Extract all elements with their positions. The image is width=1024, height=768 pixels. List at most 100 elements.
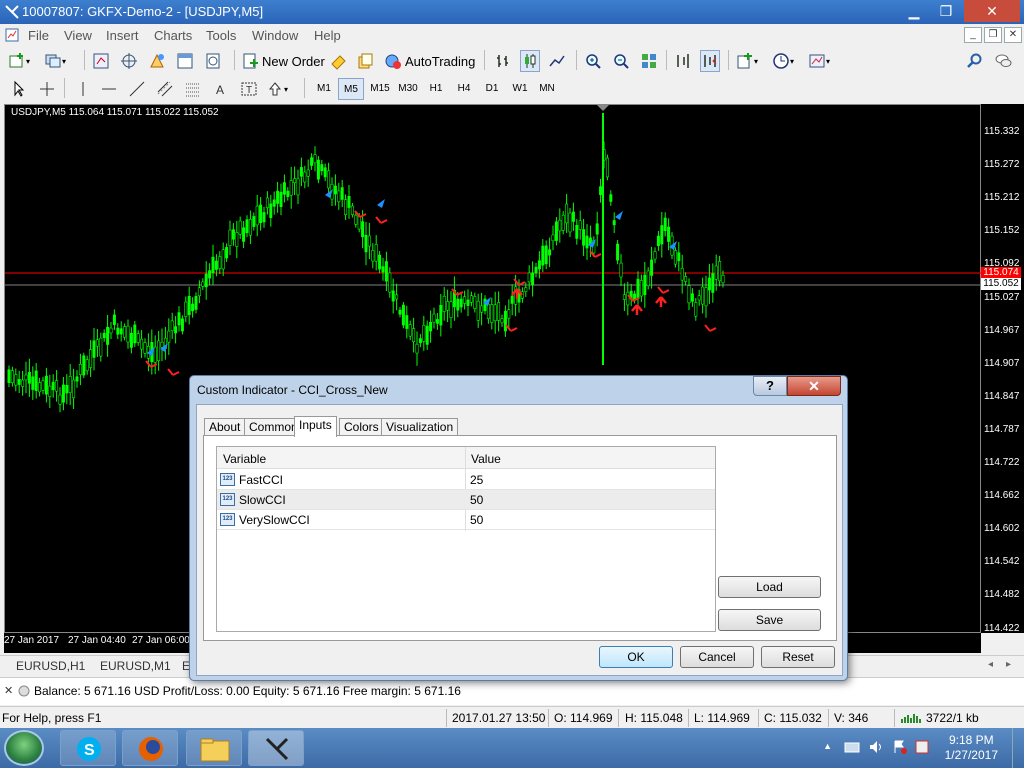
volume-icon[interactable] (868, 739, 884, 755)
candle-body (99, 337, 103, 357)
table-row[interactable]: 123 SlowCCI 50 (217, 490, 715, 510)
column-variable[interactable]: Variable (223, 452, 266, 466)
periods-button[interactable]: ▾ (772, 50, 794, 72)
timeframe-mn[interactable]: MN (534, 78, 560, 100)
chat-button[interactable] (994, 50, 1012, 72)
chart-tab-eurusd-m1[interactable]: EURUSD,M1 (100, 659, 171, 673)
tab-scroll-right-icon[interactable]: ▸ (1006, 659, 1011, 670)
autoscroll-button[interactable] (700, 50, 720, 72)
taskbar-firefox[interactable] (122, 730, 178, 766)
taskbar-explorer[interactable] (186, 730, 242, 766)
load-button[interactable]: Load (718, 576, 821, 598)
start-button[interactable] (4, 730, 44, 766)
channel-button[interactable] (156, 78, 174, 100)
price-scale[interactable]: 115.332 115.272 115.212 115.152 115.092 115.0… (981, 104, 1024, 634)
menu-view[interactable]: View (64, 28, 92, 43)
signals-button[interactable] (356, 50, 374, 72)
line-chart-button[interactable] (548, 50, 566, 72)
menu-help[interactable]: Help (314, 28, 341, 43)
tab-visualization[interactable]: Visualization (381, 418, 459, 436)
text-label-button[interactable]: T (240, 78, 258, 100)
variable-value[interactable]: 25 (470, 473, 483, 487)
terminal-close-icon[interactable]: ✕ (4, 684, 13, 697)
strategy-tester-button[interactable] (204, 50, 222, 72)
menu-window[interactable]: Window (252, 28, 298, 43)
restore-button[interactable]: ❐ (932, 0, 960, 22)
cursor-button[interactable] (10, 78, 28, 100)
timeframe-h1[interactable]: H1 (423, 78, 449, 100)
arrows-button[interactable]: ▾ (266, 78, 288, 100)
chart-tab-eurusd-h1[interactable]: EURUSD,H1 (16, 659, 85, 673)
timeframe-w1[interactable]: W1 (507, 78, 533, 100)
table-row[interactable]: 123 FastCCI 25 (217, 470, 715, 490)
crosshair-button[interactable] (38, 78, 56, 100)
metaeditor-button[interactable] (330, 50, 348, 72)
text-button[interactable]: A (212, 78, 230, 100)
action-center-icon[interactable] (892, 739, 908, 755)
menu-insert[interactable]: Insert (106, 28, 139, 43)
candle-body (143, 342, 147, 354)
new-chart-button[interactable]: ▾ (8, 50, 30, 72)
market-watch-button[interactable] (92, 50, 110, 72)
reset-button[interactable]: Reset (761, 646, 835, 668)
zoom-out-button[interactable] (612, 50, 630, 72)
tab-inputs[interactable]: Inputs (294, 416, 337, 437)
timeframe-m15[interactable]: M15 (366, 78, 394, 100)
chart-shift-marker[interactable] (597, 105, 609, 111)
tab-colors[interactable]: Colors (339, 418, 384, 436)
bar-chart-button[interactable] (494, 50, 512, 72)
terminal-button[interactable] (176, 50, 194, 72)
dialog-help-button[interactable]: ? (753, 376, 787, 396)
column-value[interactable]: Value (471, 452, 501, 466)
network-icon[interactable] (844, 739, 860, 755)
clock[interactable]: 9:18 PM 1/27/2017 (945, 733, 998, 763)
profiles-icon (45, 54, 61, 68)
table-row[interactable]: 123 VerySlowCCI 50 (217, 510, 715, 530)
menu-charts[interactable]: Charts (154, 28, 192, 43)
show-desktop-button[interactable] (1012, 728, 1024, 768)
timeframe-m30[interactable]: M30 (394, 78, 422, 100)
variable-value[interactable]: 50 (470, 493, 483, 507)
chart-shift-button[interactable] (674, 50, 692, 72)
horizontal-line-button[interactable] (100, 78, 118, 100)
dialog-close-button[interactable]: ✕ (787, 376, 841, 396)
zoom-in-button[interactable] (584, 50, 602, 72)
variable-value[interactable]: 50 (470, 513, 483, 527)
chat-icon (995, 54, 1012, 67)
timeframe-m5[interactable]: M5 (338, 78, 364, 100)
candlestick-button[interactable] (520, 50, 540, 72)
ok-button[interactable]: OK (599, 646, 673, 668)
mdi-restore-button[interactable]: ❐ (984, 27, 1002, 43)
menu-file[interactable]: File (28, 28, 49, 43)
tab-scroll-left-icon[interactable]: ◂ (988, 659, 993, 670)
new-order-button[interactable]: New Order (242, 50, 325, 72)
timeframe-m1[interactable]: M1 (311, 78, 337, 100)
data-window-button[interactable] (120, 50, 138, 72)
timeframe-d1[interactable]: D1 (479, 78, 505, 100)
mdi-minimize-button[interactable]: _ (964, 27, 982, 43)
profiles-button[interactable]: ▾ (44, 50, 66, 72)
mdi-close-button[interactable]: ✕ (1004, 27, 1022, 43)
timeframe-h4[interactable]: H4 (451, 78, 477, 100)
taskbar-skype[interactable]: S (60, 730, 116, 766)
minimize-button[interactable]: ▁ (900, 0, 928, 22)
tab-about[interactable]: About (204, 418, 246, 436)
show-hidden-icons-icon[interactable]: ▲ (823, 741, 832, 751)
vertical-line-button[interactable] (74, 78, 92, 100)
cancel-button[interactable]: Cancel (680, 646, 754, 668)
navigator-button[interactable] (148, 50, 166, 72)
templates-button[interactable]: ▾ (808, 50, 830, 72)
indicators-button[interactable]: ▾ (736, 50, 758, 72)
trendline-button[interactable] (128, 78, 146, 100)
search-button[interactable] (966, 50, 984, 72)
candle-body (17, 379, 21, 385)
taskbar-metatrader[interactable] (248, 730, 304, 766)
close-button[interactable]: ✕ (964, 0, 1020, 22)
tray-app-icon[interactable] (914, 739, 930, 755)
chart-doc-icon[interactable] (4, 27, 20, 43)
save-button[interactable]: Save (718, 609, 821, 631)
tile-windows-button[interactable] (640, 50, 658, 72)
menu-tools[interactable]: Tools (206, 28, 236, 43)
fibonacci-button[interactable] (184, 78, 202, 100)
autotrading-button[interactable]: AutoTrading (384, 50, 475, 72)
